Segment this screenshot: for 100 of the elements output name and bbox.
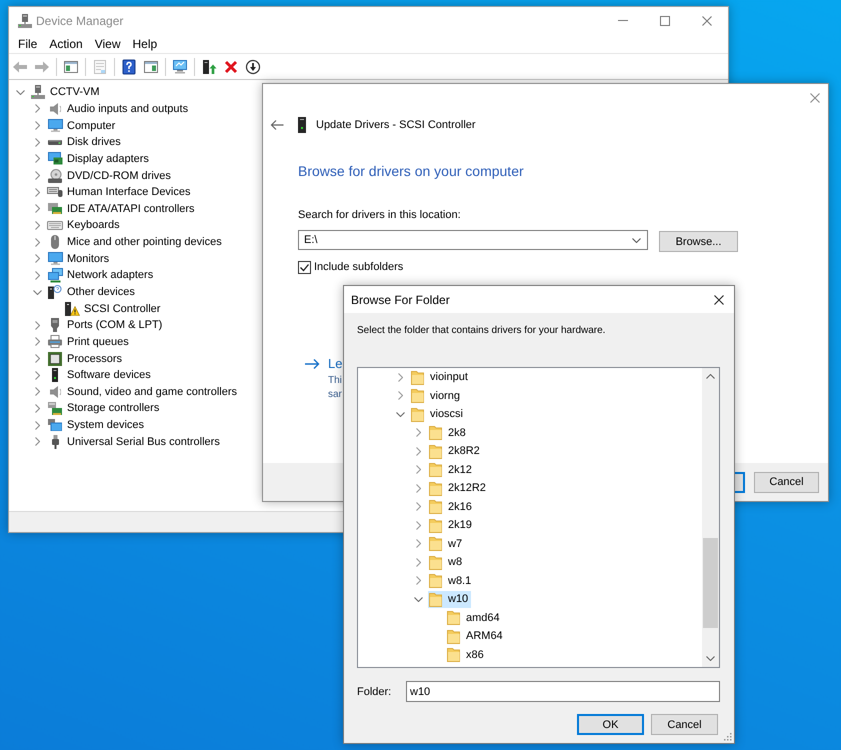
chevron-icon[interactable] (34, 370, 40, 380)
tree-item[interactable]: Computer (47, 118, 116, 134)
folder-item[interactable]: viorng (410, 387, 463, 404)
ok-button[interactable]: OK (577, 714, 644, 735)
folder-item[interactable]: w7 (428, 535, 466, 552)
device-up-arrow-icon[interactable] (201, 58, 217, 74)
chevron-icon[interactable] (416, 465, 420, 474)
tree-item[interactable]: Network adapters (47, 267, 154, 284)
chevron-icon[interactable] (416, 502, 420, 512)
folder-item[interactable]: w8.1 (428, 572, 474, 590)
maximize-icon[interactable] (660, 16, 670, 26)
folder-item[interactable]: x86 (446, 646, 487, 664)
back-arrow-icon[interactable] (270, 119, 284, 131)
tree-item[interactable]: System devices (47, 417, 144, 434)
tree-item[interactable]: Keyboards (47, 217, 120, 234)
chevron-icon[interactable] (34, 204, 40, 214)
cancel-button[interactable]: Cancel (754, 472, 819, 492)
chevron-icon[interactable] (34, 354, 40, 364)
folder-item[interactable]: amd64 (446, 609, 503, 626)
chevron-icon[interactable] (34, 387, 40, 396)
folder-item[interactable]: 2k12R2 (428, 480, 489, 497)
chevron-icon[interactable] (34, 320, 40, 330)
folder-item[interactable]: ARM64 (446, 628, 506, 645)
monitor-scan-icon[interactable] (172, 58, 188, 74)
tree-item[interactable]: Sound, video and game controllers (47, 384, 237, 400)
folder-item[interactable]: 2k8 (428, 424, 469, 442)
chevron-icon[interactable] (34, 171, 40, 180)
chevron-icon[interactable] (34, 154, 40, 164)
x-mark-icon[interactable] (223, 58, 239, 74)
chevron-icon[interactable] (34, 437, 40, 446)
console-tree-icon[interactable] (63, 58, 79, 74)
tree-item[interactable]: Disk drives (47, 134, 121, 150)
chevron-icon[interactable] (416, 558, 420, 567)
folder-field[interactable]: w10 (406, 681, 720, 702)
tree-item[interactable]: CCTV-VM (30, 84, 100, 100)
chevron-icon[interactable] (34, 238, 40, 247)
tree-item[interactable]: Audio inputs and outputs (47, 100, 188, 117)
chevron-icon[interactable] (32, 290, 42, 294)
chevron-icon[interactable] (16, 90, 24, 95)
checkbox-label[interactable]: Include subfolders (314, 261, 404, 273)
chevron-icon[interactable] (34, 138, 40, 147)
tree-item[interactable]: Ports (COM & LPT) (47, 317, 162, 334)
chevron-icon[interactable] (416, 576, 420, 586)
tree-item[interactable]: Storage controllers (47, 400, 160, 416)
menu-item[interactable]: Help (126, 36, 164, 52)
tree-item[interactable]: SCSI Controller (64, 300, 160, 317)
tree-item[interactable]: Human Interface Devices (47, 184, 190, 200)
chevron-icon[interactable] (34, 337, 40, 346)
scroll-up-icon[interactable] (706, 374, 715, 379)
tree-item[interactable]: Universal Serial Bus controllers (47, 434, 220, 450)
location-combo[interactable]: E:\ (298, 230, 648, 250)
folder-item[interactable]: 2k19 (428, 516, 475, 534)
tree-item[interactable]: Monitors (47, 250, 110, 267)
help-book-icon[interactable] (121, 58, 137, 74)
chevron-icon[interactable] (416, 446, 420, 456)
chevron-icon[interactable] (398, 391, 402, 400)
close-icon[interactable] (714, 294, 724, 304)
browse-button[interactable]: Browse... (659, 231, 738, 252)
menu-item[interactable]: File (12, 36, 44, 52)
right-arrow-icon[interactable] (305, 358, 320, 370)
menu-item[interactable]: View (88, 36, 126, 52)
tree-item[interactable]: Print queues (47, 334, 129, 350)
chevron-icon[interactable] (414, 596, 422, 602)
folder-item[interactable]: 2k8R2 (428, 442, 483, 460)
resize-grip-icon[interactable] (724, 733, 732, 741)
chevron-icon[interactable] (416, 539, 420, 548)
chevron-icon[interactable] (34, 420, 40, 430)
button-edge[interactable] (735, 472, 745, 492)
caret-icon[interactable] (632, 238, 641, 242)
chevron-icon[interactable] (34, 254, 40, 264)
chevron-icon[interactable] (416, 520, 420, 530)
folder-item[interactable]: 2k16 (428, 498, 475, 516)
tree-item[interactable]: Mice and other pointing devices (47, 234, 222, 250)
menu-item[interactable]: Action (43, 36, 89, 52)
folder-item[interactable]: vioscsi (410, 406, 466, 423)
folder-item[interactable]: vioinput (410, 368, 471, 386)
chevron-icon[interactable] (34, 104, 40, 114)
chevron-icon[interactable] (34, 121, 40, 130)
chevron-icon[interactable] (396, 412, 404, 417)
tree-item[interactable]: Display adapters (47, 150, 149, 167)
chevron-icon[interactable] (34, 220, 40, 230)
tree-item[interactable]: DVD/CD-ROM drives (47, 168, 171, 184)
chevron-icon[interactable] (416, 484, 420, 493)
cancel-button[interactable]: Cancel (651, 714, 718, 735)
action-pane-icon[interactable] (143, 58, 159, 74)
checkbox[interactable] (298, 260, 311, 274)
folder-item[interactable]: w10 (428, 590, 472, 608)
folder-item[interactable]: 2k12 (428, 461, 475, 478)
down-arrow-circle-icon[interactable] (245, 58, 261, 74)
link-text[interactable]: Le (328, 356, 342, 372)
tree-item[interactable]: Processors (47, 350, 122, 367)
chevron-icon[interactable] (34, 270, 40, 280)
chevron-icon[interactable] (398, 372, 402, 382)
tree-item[interactable]: Software devices (47, 367, 151, 384)
tree-item[interactable]: Other devices (47, 284, 135, 300)
scrollbar-thumb[interactable] (703, 538, 718, 628)
chevron-icon[interactable] (416, 428, 420, 438)
scroll-down-icon[interactable] (706, 656, 715, 661)
tree-item[interactable]: IDE ATA/ATAPI controllers (47, 200, 195, 217)
chevron-icon[interactable] (34, 404, 40, 413)
